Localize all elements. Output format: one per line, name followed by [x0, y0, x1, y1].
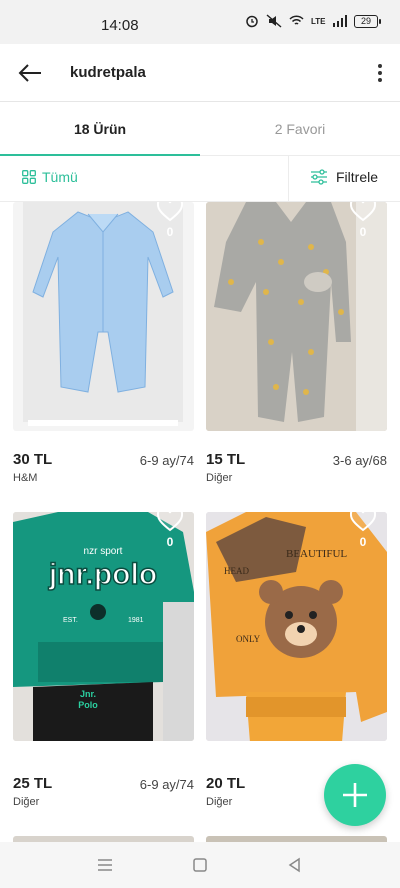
product-price: 25 TL [13, 775, 53, 792]
filter-bar: Tümü Filtrele [0, 156, 400, 202]
product-size: 6-9 ay/74 [139, 453, 194, 468]
product-brand: H&M [13, 472, 38, 484]
favorite-button[interactable]: 0 [156, 506, 184, 549]
product-size: 3-6 ay/68 [332, 453, 387, 468]
svg-text:ONLY: ONLY [236, 634, 261, 644]
page-title: kudretpala [70, 64, 146, 81]
add-product-button[interactable] [324, 764, 386, 826]
favorite-count: 0 [166, 535, 174, 549]
menu-icon [98, 859, 112, 871]
svg-text:EST.: EST. [63, 617, 78, 624]
favorite-button[interactable]: 0 [349, 202, 377, 239]
product-brand: Diğer [206, 796, 233, 808]
signal-icon [332, 15, 347, 27]
app-bar: kudretpala [0, 44, 400, 102]
svg-text:BEAUTIFUL: BEAUTIFUL [286, 548, 347, 560]
status-bar: 14:08 LTE 29 [0, 0, 400, 44]
favorite-button[interactable]: 0 [349, 506, 377, 549]
svg-text:HEAD: HEAD [224, 566, 249, 576]
svg-text:Jnr.: Jnr. [80, 689, 96, 699]
svg-text:1981: 1981 [128, 617, 144, 624]
favorite-button[interactable]: 0 [156, 202, 184, 239]
system-nav-bar [0, 842, 400, 888]
divider [288, 156, 289, 202]
home-button[interactable] [191, 856, 209, 874]
nav-back-button[interactable] [286, 856, 304, 874]
favorite-count: 0 [359, 225, 367, 239]
network-label: LTE [310, 16, 326, 26]
favorite-count: 0 [359, 535, 367, 549]
back-button[interactable] [16, 59, 44, 87]
home-square-icon [193, 858, 207, 872]
svg-text:nzr sport: nzr sport [84, 546, 123, 557]
alarm-icon [246, 15, 258, 28]
product-brand: Diğer [206, 472, 233, 484]
product-brand: Diğer [13, 796, 40, 808]
favorite-count: 0 [166, 225, 174, 239]
heart-icon [156, 506, 184, 532]
product-grid: 0 30 TL 6-9 ay/74 H&M 0 15 TL 3-6 ay/68 … [0, 202, 400, 842]
menu-button[interactable] [96, 856, 114, 874]
mute-icon [266, 14, 282, 28]
product-price: 20 TL [206, 775, 246, 792]
more-vert-icon [378, 64, 382, 68]
svg-text:Polo: Polo [78, 700, 98, 710]
tab-products[interactable]: 18 Ürün [0, 102, 200, 156]
grid-icon [22, 170, 36, 184]
tabs: 18 Ürün 2 Favori [0, 102, 400, 156]
back-arrow-icon [18, 64, 41, 82]
status-time: 14:08 [101, 17, 139, 34]
more-options-button[interactable] [372, 58, 388, 88]
product-size: 6-9 ay/74 [139, 777, 194, 792]
tab-favorites[interactable]: 2 Favori [200, 102, 400, 155]
battery-level: 29 [360, 15, 371, 26]
battery-icon: 29 [354, 14, 381, 28]
filter-label: Filtrele [336, 169, 379, 185]
svg-text:jnr.polo: jnr.polo [48, 558, 157, 591]
back-triangle-icon [288, 857, 300, 873]
heart-icon [156, 202, 184, 222]
wifi-icon [289, 15, 304, 25]
product-price: 15 TL [206, 451, 246, 468]
filter-sliders-icon [311, 169, 327, 185]
heart-icon [349, 202, 377, 222]
status-icons: LTE 29 [245, 14, 381, 28]
all-label: Tümü [42, 169, 78, 185]
heart-icon [349, 506, 377, 532]
product-price: 30 TL [13, 451, 53, 468]
all-button[interactable]: Tümü [22, 169, 78, 185]
plus-icon [343, 783, 367, 807]
filter-button[interactable]: Filtrele [310, 169, 378, 185]
